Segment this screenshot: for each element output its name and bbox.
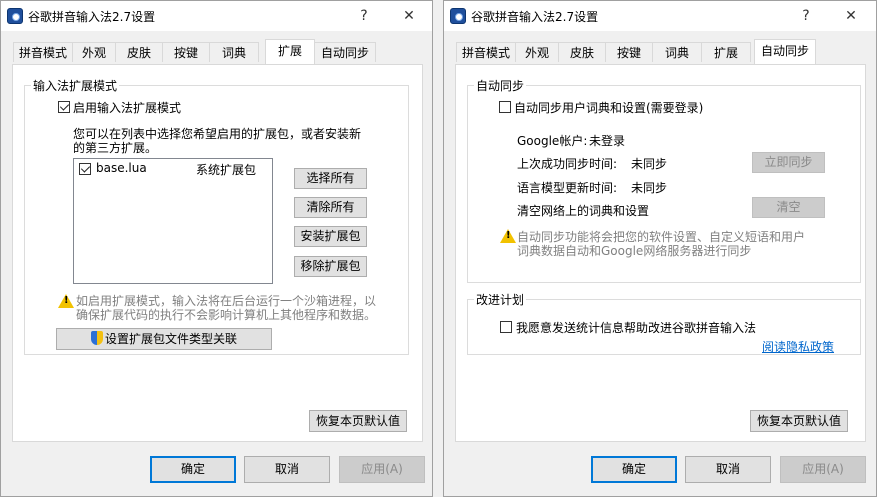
- model-update-label: 语言模型更新时间:: [517, 181, 618, 195]
- extension-package-list[interactable]: base.lua 系统扩展包: [73, 158, 273, 284]
- tab-auto-sync[interactable]: 自动同步: [754, 39, 816, 64]
- tab-extension[interactable]: 扩展: [265, 39, 315, 64]
- extension-tab-panel: 输入法扩展模式 启用输入法扩展模式 您可以在列表中选择您希望启用的扩展包，或者安…: [12, 64, 423, 442]
- auto-sync-group: 自动同步 自动同步用户词典和设置(需要登录) Google帐户: 未登录 上次成…: [467, 77, 861, 283]
- warning-icon: [58, 294, 74, 308]
- settings-window-auto-sync: 谷歌拼音输入法2.7设置 ? ✕ 拼音模式 外观 皮肤 按键 词典 扩展 自动同…: [443, 0, 877, 497]
- tab-pinyin-mode[interactable]: 拼音模式: [13, 42, 73, 62]
- tab-skin[interactable]: 皮肤: [115, 42, 163, 62]
- package-type: 系统扩展包: [196, 163, 257, 177]
- google-account-label: Google帐户:: [517, 134, 588, 148]
- title-bar[interactable]: 谷歌拼音输入法2.7设置 ? ✕: [1, 1, 432, 31]
- select-all-button[interactable]: 选择所有: [294, 168, 367, 189]
- close-button[interactable]: ✕: [391, 4, 427, 28]
- auto-sync-group-title: 自动同步: [474, 77, 527, 94]
- app-icon: [450, 8, 466, 24]
- apply-button: 应用(A): [339, 456, 425, 483]
- ok-button[interactable]: 确定: [150, 456, 236, 483]
- file-association-button[interactable]: 设置扩展包文件类型关联: [56, 328, 272, 350]
- help-button[interactable]: ?: [788, 4, 824, 28]
- ok-button[interactable]: 确定: [591, 456, 677, 483]
- enable-extension-label[interactable]: 启用输入法扩展模式: [73, 99, 181, 116]
- app-icon: [7, 8, 23, 24]
- enable-extension-checkbox[interactable]: [58, 101, 70, 113]
- improvement-plan-group-title: 改进计划: [474, 291, 527, 308]
- tab-dictionary[interactable]: 词典: [652, 42, 702, 62]
- clear-online-button: 清空: [752, 197, 825, 218]
- tab-appearance[interactable]: 外观: [72, 42, 116, 62]
- tab-auto-sync[interactable]: 自动同步: [314, 42, 376, 62]
- tab-strip: 拼音模式 外观 皮肤 按键 词典 扩展 自动同步: [1, 39, 432, 65]
- sync-now-button: 立即同步: [752, 152, 825, 173]
- restore-defaults-button[interactable]: 恢复本页默认值: [750, 410, 848, 432]
- title-bar[interactable]: 谷歌拼音输入法2.7设置 ? ✕: [444, 1, 876, 31]
- window-title: 谷歌拼音输入法2.7设置: [471, 10, 599, 24]
- last-sync-value: 未同步: [631, 157, 668, 171]
- clear-online-label: 清空网络上的词典和设置: [517, 204, 650, 218]
- tab-strip: 拼音模式 外观 皮肤 按键 词典 扩展 自动同步: [444, 39, 876, 65]
- list-item[interactable]: base.lua 系统扩展包: [74, 159, 272, 177]
- tab-pinyin-mode[interactable]: 拼音模式: [456, 42, 516, 62]
- last-sync-label: 上次成功同步时间:: [517, 157, 618, 171]
- window-title: 谷歌拼音输入法2.7设置: [28, 10, 156, 24]
- cancel-button[interactable]: 取消: [244, 456, 330, 483]
- info-warning-icon: [500, 229, 516, 243]
- tab-keys[interactable]: 按键: [162, 42, 210, 62]
- package-name: base.lua: [96, 161, 147, 175]
- auto-sync-label[interactable]: 自动同步用户词典和设置(需要登录): [514, 99, 703, 116]
- extension-mode-group-title: 输入法扩展模式: [31, 77, 120, 94]
- tab-keys[interactable]: 按键: [605, 42, 653, 62]
- sync-info-line2: 词典数据自动和Google网络服务器进行同步: [517, 244, 752, 258]
- tab-extension[interactable]: 扩展: [701, 42, 751, 62]
- package-checkbox[interactable]: [79, 163, 91, 175]
- extension-description-line2: 的第三方扩展。: [73, 141, 158, 155]
- tab-dictionary[interactable]: 词典: [209, 42, 259, 62]
- improvement-plan-group: 改进计划 我愿意发送统计信息帮助改进谷歌拼音输入法 阅读隐私政策: [467, 291, 861, 355]
- close-button[interactable]: ✕: [833, 4, 869, 28]
- extension-mode-group: 输入法扩展模式 启用输入法扩展模式 您可以在列表中选择您希望启用的扩展包，或者安…: [24, 77, 409, 355]
- sandbox-warning-line2: 确保扩展代码的执行不会影响计算机上其他程序和数据。: [76, 308, 377, 322]
- uac-shield-icon: [90, 331, 103, 345]
- help-button[interactable]: ?: [346, 4, 382, 28]
- send-stats-checkbox[interactable]: [500, 321, 512, 333]
- auto-sync-checkbox[interactable]: [499, 101, 511, 113]
- google-account-value: 未登录: [589, 134, 626, 148]
- auto-sync-tab-panel: 自动同步 自动同步用户词典和设置(需要登录) Google帐户: 未登录 上次成…: [455, 64, 866, 442]
- remove-extension-button[interactable]: 移除扩展包: [294, 256, 367, 277]
- model-update-value: 未同步: [631, 181, 668, 195]
- privacy-policy-link[interactable]: 阅读隐私政策: [762, 338, 834, 355]
- tab-appearance[interactable]: 外观: [515, 42, 559, 62]
- restore-defaults-button[interactable]: 恢复本页默认值: [309, 410, 407, 432]
- clear-all-button[interactable]: 清除所有: [294, 197, 367, 218]
- settings-window-extension: 谷歌拼音输入法2.7设置 ? ✕ 拼音模式 外观 皮肤 按键 词典 扩展 自动同…: [0, 0, 433, 497]
- file-association-label: 设置扩展包文件类型关联: [104, 332, 237, 346]
- tab-skin[interactable]: 皮肤: [558, 42, 606, 62]
- cancel-button[interactable]: 取消: [685, 456, 771, 483]
- send-stats-label[interactable]: 我愿意发送统计信息帮助改进谷歌拼音输入法: [516, 319, 756, 336]
- apply-button: 应用(A): [780, 456, 866, 483]
- install-extension-button[interactable]: 安装扩展包: [294, 226, 367, 247]
